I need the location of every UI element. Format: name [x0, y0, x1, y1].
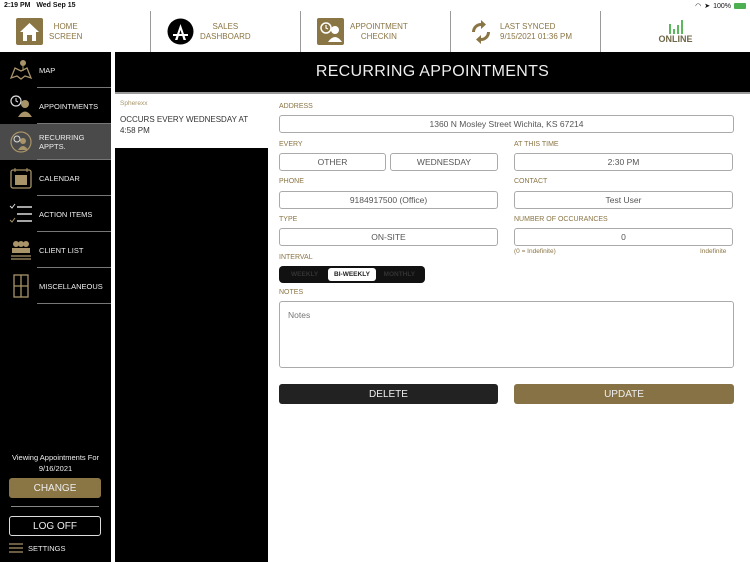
map-icon: [9, 58, 33, 82]
sidebar-item-calendar[interactable]: CALENDAR: [0, 160, 111, 196]
address-label: ADDRESS: [279, 103, 313, 110]
settings-label: SETTINGS: [28, 543, 66, 553]
sales-logo-icon: [167, 18, 194, 45]
action-items-icon: [9, 202, 33, 226]
wifi-icon: ◠: [695, 3, 702, 10]
occurrences-hint: (0 = Indefinite): [514, 248, 556, 255]
sidebar-item-label: MAP: [39, 65, 56, 75]
sidebar-item-action-items[interactable]: ACTION ITEMS: [0, 196, 111, 232]
location-icon: ➤: [704, 3, 711, 10]
sidebar-item-label: APPOINTMENTS: [39, 101, 99, 111]
appointment-form: ADDRESS 1360 N Mosley Street Wichita, KS…: [268, 94, 750, 562]
sidebar-item-label: CALENDAR: [39, 173, 80, 183]
interval-label: INTERVAL: [279, 254, 313, 261]
status-time-date: 2:19 PM Wed Sep 15: [4, 2, 75, 9]
battery-percent: 100%: [713, 2, 731, 10]
battery-icon: [734, 3, 746, 9]
status-bar: 2:19 PM Wed Sep 15 ◠ ➤ 100%: [0, 0, 750, 11]
interval-bi-weekly[interactable]: BI-WEEKLY: [328, 268, 376, 281]
miscellaneous-icon: [9, 274, 33, 298]
sync-button[interactable]: LAST SYNCED 9/15/2021 01:36 PM: [450, 11, 600, 52]
online-status: ONLINE: [600, 11, 750, 52]
notes-textarea[interactable]: [279, 301, 734, 368]
recurring-list: Spherexx OCCURS EVERY WEDNESDAY AT 4:58 …: [115, 94, 268, 562]
sales-dashboard-button[interactable]: SALES DASHBOARD: [150, 11, 300, 52]
address-field[interactable]: 1360 N Mosley Street Wichita, KS 67214: [279, 115, 734, 133]
home-screen-button[interactable]: HOME SCREEN: [0, 11, 150, 52]
sidebar-item-client-list[interactable]: CLIENT LIST: [0, 232, 111, 268]
checkin-icon: [317, 18, 344, 45]
sidebar: MAP APPOINTMENTS RECURRING APPTS. CALEND…: [0, 52, 111, 562]
contact-label: CONTACT: [514, 178, 548, 185]
client-list-icon: [9, 238, 33, 262]
divider: [11, 506, 99, 507]
online-label: ONLINE: [658, 33, 693, 44]
signal-bars-icon: [668, 19, 683, 34]
last-synced-label: LAST SYNCED 9/15/2021 01:36 PM: [500, 21, 573, 41]
occurrences-status: Indefinite: [700, 248, 727, 255]
top-nav: HOME SCREEN SALES DASHBOARD APPOINTMENT CHE…: [0, 11, 750, 52]
appointment-checkin-label: APPOINTMENT CHECKIN: [350, 21, 408, 41]
type-label: TYPE: [279, 216, 298, 223]
sidebar-item-label: RECURRING APPTS.: [39, 133, 85, 151]
occurrences-field[interactable]: 0: [514, 228, 733, 246]
status-time: 2:19 PM: [4, 2, 31, 9]
list-item-company: Spherexx: [120, 100, 148, 107]
list-item[interactable]: Spherexx OCCURS EVERY WEDNESDAY AT 4:58 …: [115, 94, 268, 148]
phone-label: PHONE: [279, 178, 304, 185]
viewing-label: Viewing Appointments For: [12, 453, 99, 462]
time-label: AT THIS TIME: [514, 141, 559, 148]
settings-button[interactable]: SETTINGS: [9, 543, 66, 553]
status-right: ◠ ➤ 100%: [695, 2, 746, 10]
update-button[interactable]: UPDATE: [514, 384, 734, 404]
appointment-checkin-button[interactable]: APPOINTMENT CHECKIN: [300, 11, 450, 52]
every-frequency-select[interactable]: OTHER: [279, 153, 386, 171]
occurrences-label: NUMBER OF OCCURANCES: [514, 216, 608, 223]
log-off-button[interactable]: LOG OFF: [9, 516, 101, 536]
interval-monthly[interactable]: MONTHLY: [376, 268, 423, 281]
interval-weekly[interactable]: WEEKLY: [281, 268, 328, 281]
page-title: RECURRING APPOINTMENTS: [115, 52, 750, 92]
viewing-appointments-info: Viewing Appointments For 9/16/2021: [0, 452, 111, 474]
recurring-appts-icon: [9, 130, 33, 154]
sales-dashboard-label: SALES DASHBOARD: [200, 21, 251, 41]
sidebar-item-recurring-appts[interactable]: RECURRING APPTS.: [0, 124, 111, 160]
time-field[interactable]: 2:30 PM: [514, 153, 733, 171]
contact-field[interactable]: Test User: [514, 191, 733, 209]
sidebar-item-label: CLIENT LIST: [39, 245, 84, 255]
type-select[interactable]: ON-SITE: [279, 228, 498, 246]
change-button[interactable]: CHANGE: [9, 478, 101, 498]
sidebar-item-appointments[interactable]: APPOINTMENTS: [0, 88, 111, 124]
appointments-icon: [9, 94, 33, 118]
sync-icon: [467, 18, 494, 45]
every-day-select[interactable]: WEDNESDAY: [390, 153, 498, 171]
sidebar-item-label: ACTION ITEMS: [39, 209, 93, 219]
home-icon: [16, 18, 43, 45]
status-date: Wed Sep 15: [36, 2, 76, 9]
delete-button[interactable]: DELETE: [279, 384, 498, 404]
phone-field[interactable]: 9184917500 (Office): [279, 191, 498, 209]
sidebar-item-map[interactable]: MAP: [0, 52, 111, 88]
sidebar-item-label: MISCELLANEOUS: [39, 281, 103, 291]
sidebar-item-miscellaneous[interactable]: MISCELLANEOUS: [0, 268, 111, 304]
every-label: EVERY: [279, 141, 303, 148]
settings-icon: [9, 543, 23, 553]
calendar-icon: [9, 166, 33, 190]
home-screen-label: HOME SCREEN: [49, 21, 83, 41]
notes-label: NOTES: [279, 289, 304, 296]
viewing-date: 9/16/2021: [38, 464, 73, 473]
interval-segmented-control: WEEKLY BI-WEEKLY MONTHLY: [279, 266, 425, 283]
list-item-description: OCCURS EVERY WEDNESDAY AT 4:58 PM: [120, 115, 249, 135]
